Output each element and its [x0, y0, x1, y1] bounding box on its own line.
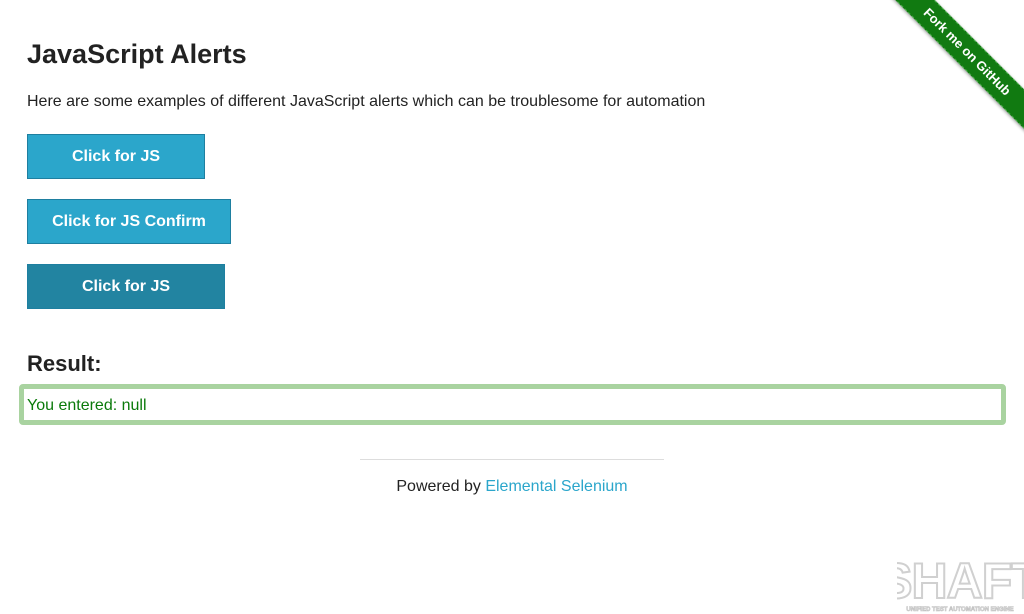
footer-divider [360, 459, 664, 460]
result-heading: Result: [27, 351, 102, 376]
js-prompt-button[interactable]: Click for JS Prompt [27, 264, 225, 338]
js-alert-button[interactable]: Click for JS Alert [27, 134, 205, 208]
footer: Powered by Elemental Selenium [0, 477, 1024, 497]
shaft-logo: SHAFT UNIFIED TEST AUTOMATION ENGINE [897, 554, 1024, 613]
page-title: JavaScript Alerts [27, 39, 247, 69]
shaft-tagline: UNIFIED TEST AUTOMATION ENGINE [906, 607, 1013, 613]
shaft-wordmark: SHAFT [897, 554, 1024, 609]
js-confirm-button[interactable]: Click for JS Confirm [27, 199, 231, 244]
page-intro: Here are some examples of different Java… [27, 93, 706, 110]
powered-by-label: Powered by [396, 478, 481, 495]
fork-ribbon: Fork me on GitHub [875, 0, 1024, 149]
result-box: You entered: null [19, 384, 1006, 425]
result-text: You entered: null [27, 397, 147, 414]
elemental-selenium-link[interactable]: Elemental Selenium [485, 478, 627, 495]
fork-me-on-github-link[interactable]: Fork me on GitHub [882, 0, 1024, 137]
